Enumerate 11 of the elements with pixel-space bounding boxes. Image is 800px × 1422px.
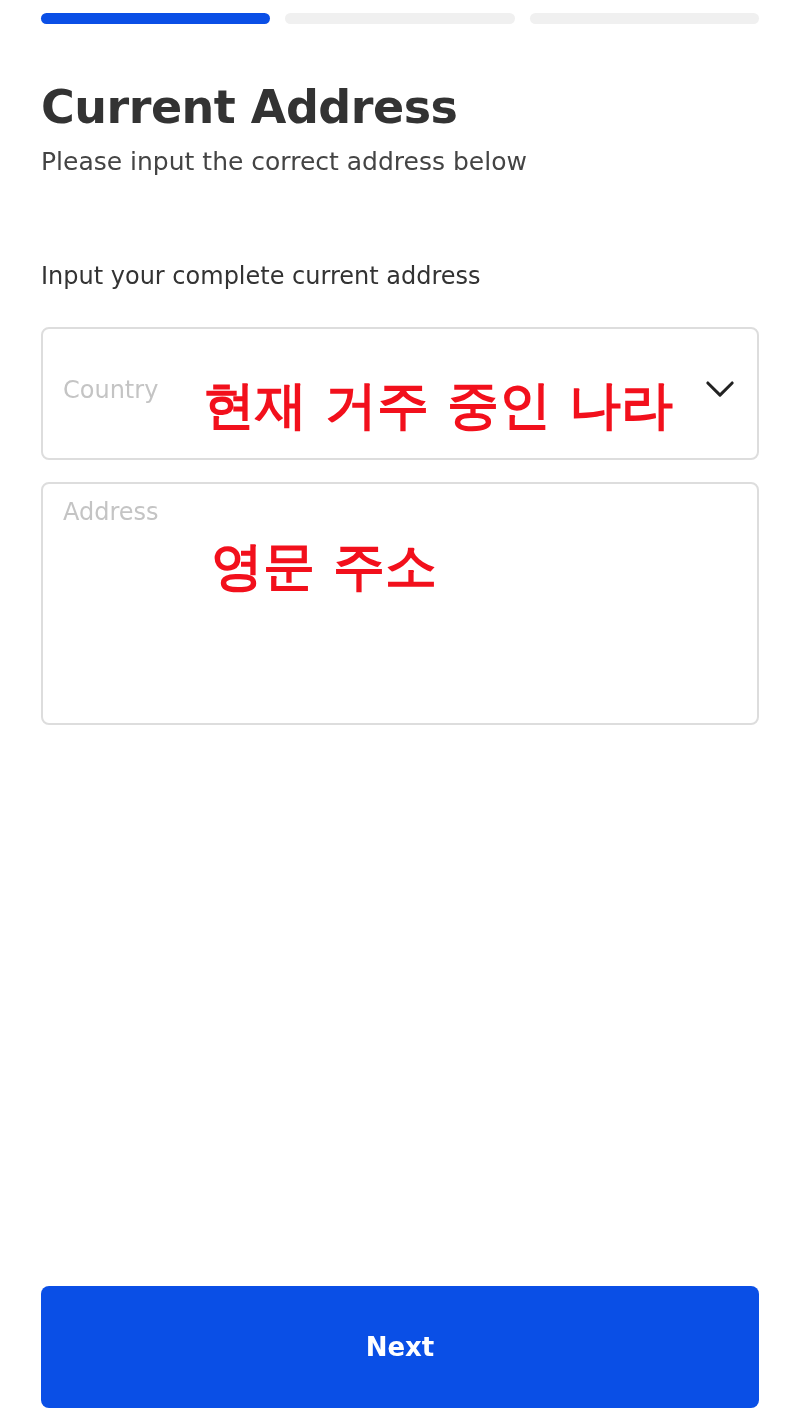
next-button[interactable]: Next — [41, 1286, 759, 1408]
annotation-text: 영문 주소 — [211, 540, 438, 593]
address-placeholder: Address — [63, 498, 159, 527]
annotation-text: 현재 거주 중인 나라 — [203, 379, 674, 432]
page-title: Current Address — [41, 80, 459, 136]
address-field[interactable]: Address 영문 주소 — [41, 482, 759, 726]
country-placeholder: Country — [63, 375, 160, 404]
page-subtitle: Please input the correct address below — [41, 147, 528, 177]
chevron-down-icon — [705, 380, 735, 400]
form-label: Input your complete current address — [41, 262, 482, 291]
country-dropdown[interactable]: Country 현재 거주 중인 나라 — [41, 327, 759, 461]
